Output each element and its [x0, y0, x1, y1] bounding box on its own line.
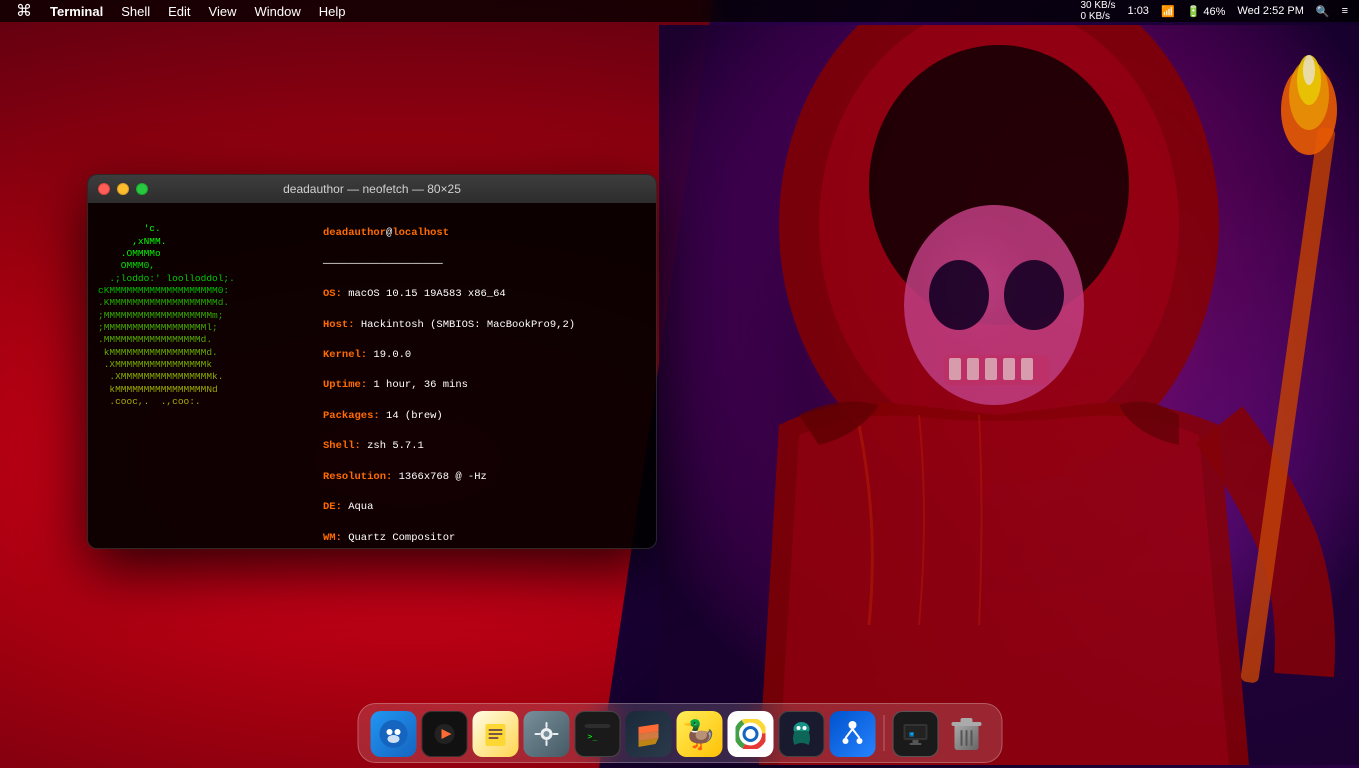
svg-text:▣: ▣ [909, 730, 913, 738]
wallpaper-art [659, 25, 1359, 765]
dock-finder[interactable] [370, 711, 416, 757]
battery-time: 1:03 [1125, 5, 1152, 17]
apple-menu[interactable]: ⌘ [8, 0, 40, 22]
menu-window[interactable]: Window [247, 0, 309, 22]
dock: >_ 🦆 ▣ [357, 703, 1002, 763]
menubar-right: 30 KB/s0 KB/s 1:03 📶 🔋 46% Wed 2:52 PM 🔍… [1077, 0, 1351, 22]
menu-shell[interactable]: Shell [113, 0, 158, 22]
dock-notes[interactable] [472, 711, 518, 757]
neofetch-info: deadauthor@localhost ———————————————————… [323, 211, 646, 540]
terminal-window: deadauthor — neofetch — 80×25 'c. ,xNMM.… [87, 174, 657, 549]
dock-duck[interactable]: 🦆 [676, 711, 722, 757]
wifi-icon: 📶 [1158, 5, 1178, 18]
dock-gitkraken[interactable] [778, 711, 824, 757]
dock-terminal[interactable]: >_ [574, 711, 620, 757]
battery-icon: 🔋 46% [1184, 5, 1229, 18]
terminal-title: deadauthor — neofetch — 80×25 [283, 182, 461, 196]
menu-edit[interactable]: Edit [160, 0, 198, 22]
terminal-body[interactable]: 'c. ,xNMM. .OMMMMo OMMM0, .;loddo:' lool… [88, 203, 656, 548]
dock-sublime-text[interactable] [625, 711, 671, 757]
neofetch-art: 'c. ,xNMM. .OMMMMo OMMM0, .;loddo:' lool… [98, 211, 323, 540]
menubar: ⌘ Terminal Shell Edit View Window Help 3… [0, 0, 1359, 22]
network-stats: 30 KB/s0 KB/s [1077, 0, 1118, 22]
dock-trash[interactable] [943, 711, 989, 757]
menu-help[interactable]: Help [311, 0, 354, 22]
dock-monitor-control[interactable]: ▣ [892, 711, 938, 757]
dock-system-preferences[interactable] [523, 711, 569, 757]
search-icon[interactable]: 🔍 [1313, 5, 1333, 18]
menubar-left: ⌘ Terminal Shell Edit View Window Help [8, 0, 1077, 22]
datetime: Wed 2:52 PM [1234, 5, 1306, 17]
minimize-button[interactable] [117, 183, 129, 195]
dock-spacelauncher[interactable] [421, 711, 467, 757]
dock-separator [883, 715, 884, 751]
menu-view[interactable]: View [201, 0, 245, 22]
control-center-icon[interactable]: ≡ [1339, 5, 1351, 17]
svg-text:>_: >_ [587, 732, 597, 741]
traffic-lights [98, 183, 148, 195]
app-name[interactable]: Terminal [42, 0, 111, 22]
close-button[interactable] [98, 183, 110, 195]
dock-sourcetree[interactable] [829, 711, 875, 757]
maximize-button[interactable] [136, 183, 148, 195]
terminal-titlebar: deadauthor — neofetch — 80×25 [88, 175, 656, 203]
dock-chrome[interactable] [727, 711, 773, 757]
